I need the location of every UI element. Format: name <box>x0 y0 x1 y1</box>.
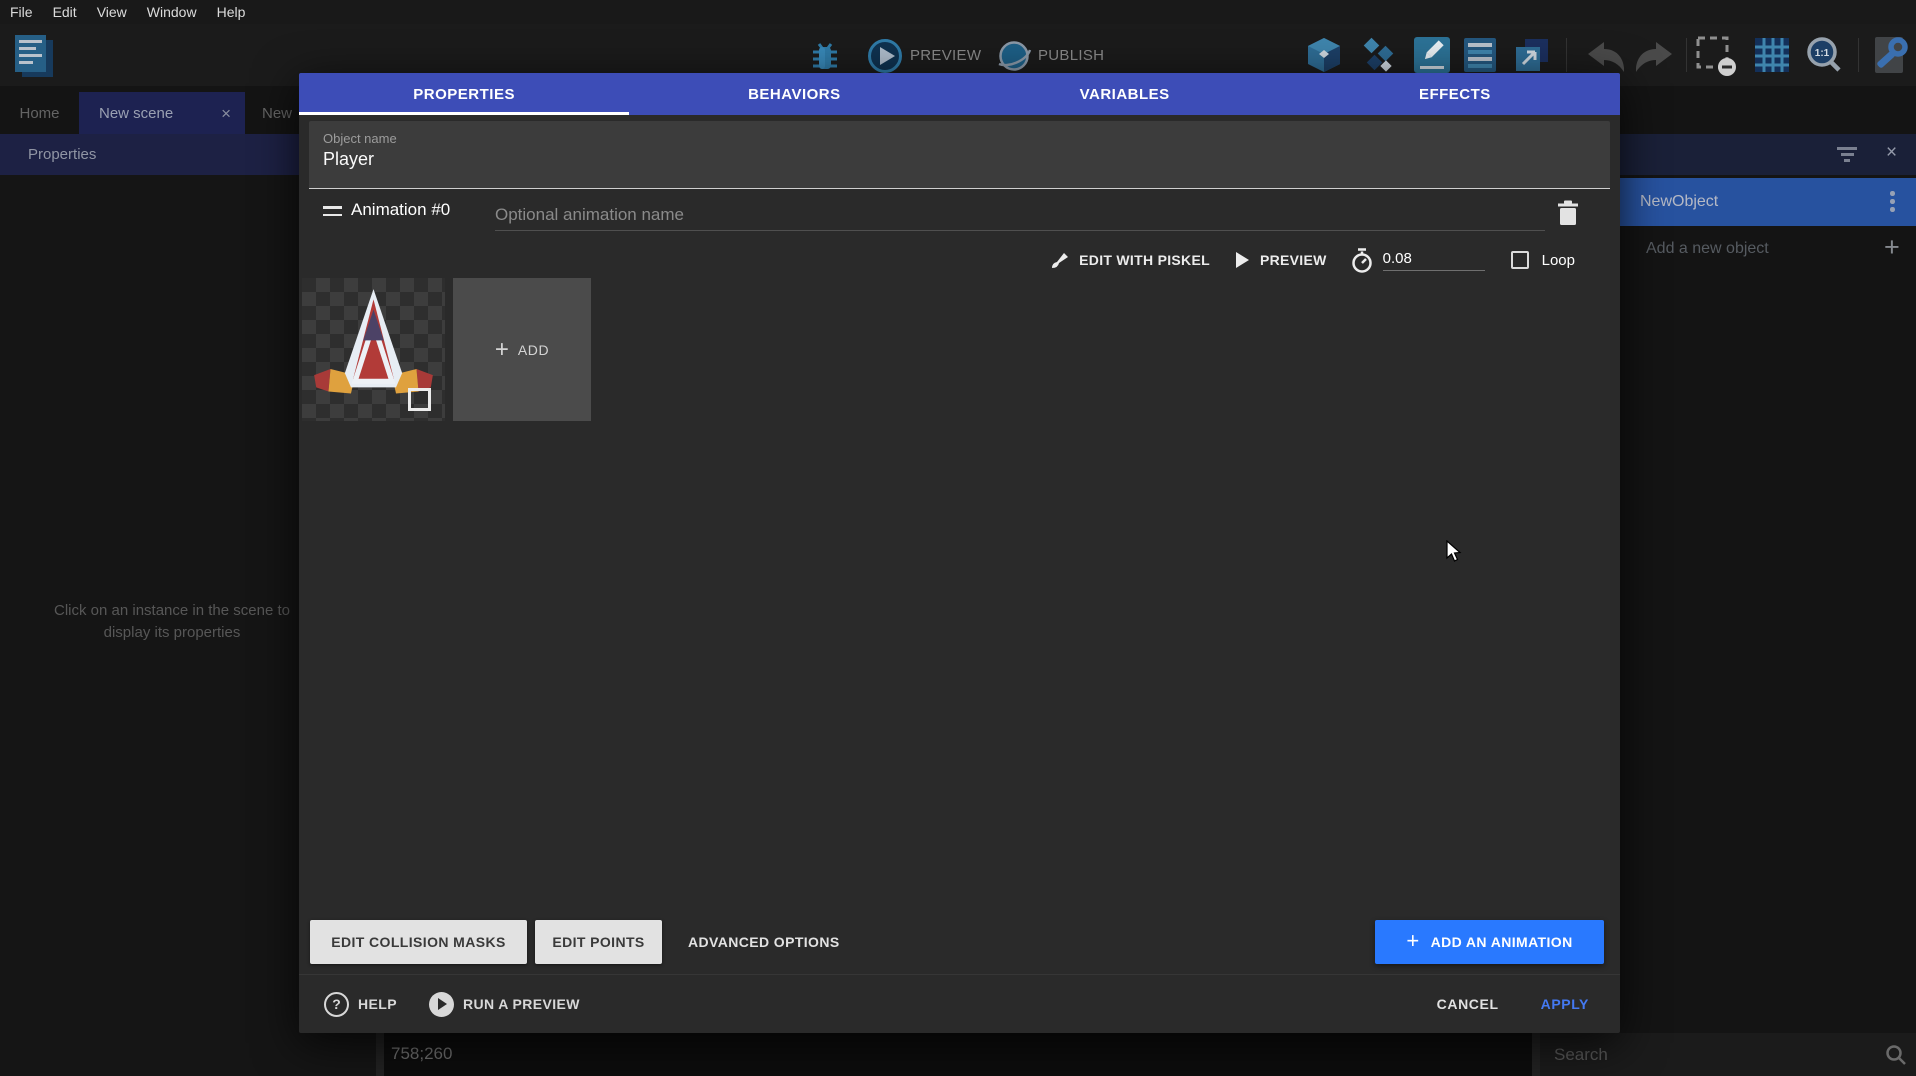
gdevelop-window: File Edit View Window Help PREVIEW <box>0 0 1916 1076</box>
edit-collision-masks-button[interactable]: EDIT COLLISION MASKS <box>310 920 527 964</box>
svg-text:1:1: 1:1 <box>1815 48 1830 59</box>
mouse-cursor <box>1446 540 1468 569</box>
filter-icon[interactable] <box>1836 147 1858 163</box>
publish-label[interactable]: PUBLISH <box>1038 47 1104 64</box>
search-input[interactable] <box>1554 1033 1854 1076</box>
objects-search-bar <box>1540 1033 1916 1076</box>
dialog-bottom-bar: ? HELP RUN A PREVIEW CANCEL APPLY <box>299 974 1620 1033</box>
add-frame-button[interactable]: + ADD <box>453 278 591 421</box>
animation-tool-row: EDIT WITH PISKEL PREVIEW Loop <box>1049 243 1575 277</box>
animation-frame-thumbnail[interactable] <box>302 278 445 421</box>
animation-name-input[interactable] <box>495 199 1545 231</box>
tab-properties[interactable]: PROPERTIES <box>299 73 629 115</box>
edit-points-button[interactable]: EDIT POINTS <box>535 920 662 964</box>
menu-help[interactable]: Help <box>207 0 256 24</box>
preview-animation-button[interactable]: PREVIEW <box>1260 252 1327 268</box>
drag-handle-icon[interactable] <box>323 206 342 221</box>
tab-home-label: Home <box>19 105 59 122</box>
close-panel-icon[interactable]: × <box>1886 142 1897 164</box>
tab-next-partial[interactable]: New <box>262 105 292 122</box>
delete-animation-button[interactable] <box>1551 195 1585 229</box>
dialog-tab-bar: PROPERTIES BEHAVIORS VARIABLES EFFECTS <box>299 73 1620 115</box>
add-frame-label: ADD <box>518 342 549 358</box>
tab-home[interactable]: Home <box>0 92 79 134</box>
object-name-input[interactable] <box>323 149 1023 170</box>
empty-message-line1: Click on an instance in the scene to <box>0 600 344 622</box>
add-an-animation-button[interactable]: + ADD AN ANIMATION <box>1375 920 1604 964</box>
plus-icon: + <box>495 338 509 362</box>
stopwatch-icon <box>1349 247 1375 274</box>
object-editor-dialog: PROPERTIES BEHAVIORS VARIABLES EFFECTS O… <box>299 73 1620 1033</box>
cursor-coordinates-status: 758;260 <box>391 1044 452 1064</box>
toolbar-separator <box>1686 38 1687 72</box>
plus-icon: + <box>1884 232 1900 263</box>
tab-new-scene-label: New scene <box>99 105 173 122</box>
play-icon <box>1236 252 1249 268</box>
add-an-animation-label: ADD AN ANIMATION <box>1431 934 1573 950</box>
run-preview-icon[interactable] <box>429 992 454 1017</box>
tab-new-scene[interactable]: New scene × <box>79 92 245 134</box>
animation-title: Animation #0 <box>351 200 450 220</box>
edit-with-piskel-button[interactable]: EDIT WITH PISKEL <box>1079 252 1210 268</box>
menu-window[interactable]: Window <box>137 0 207 24</box>
doc-front-page <box>15 35 46 72</box>
toolbar-separator <box>1858 38 1859 72</box>
tab-effects[interactable]: EFFECTS <box>1290 73 1620 115</box>
frame-select-checkbox[interactable] <box>408 388 431 411</box>
object-name-field-label: Object name <box>323 131 397 146</box>
tab-behaviors[interactable]: BEHAVIORS <box>629 73 959 115</box>
tab-close-icon[interactable]: × <box>221 105 231 122</box>
menu-edit[interactable]: Edit <box>43 0 87 24</box>
trash-icon <box>1556 199 1580 226</box>
toolbar-separator <box>1566 38 1567 72</box>
zoom-1-1-icon[interactable]: 1:1 <box>1802 34 1846 83</box>
time-between-frames-input[interactable] <box>1383 250 1485 271</box>
loop-label: Loop <box>1542 252 1575 269</box>
cancel-button[interactable]: CANCEL <box>1437 996 1499 1012</box>
object-name-field: Object name <box>309 121 1610 189</box>
help-icon[interactable]: ? <box>324 992 349 1017</box>
apply-button[interactable]: APPLY <box>1541 996 1589 1012</box>
delete-selection-icon[interactable] <box>1694 34 1738 83</box>
grid-icon[interactable] <box>1752 35 1792 80</box>
active-tab-indicator <box>299 112 629 115</box>
empty-message-line2: display its properties <box>0 622 344 644</box>
menu-bar: File Edit View Window Help <box>0 0 1916 24</box>
menu-view[interactable]: View <box>87 0 137 24</box>
advanced-options-button[interactable]: ADVANCED OPTIONS <box>672 920 856 964</box>
project-manager-icon[interactable] <box>12 33 58 79</box>
object-menu-icon[interactable] <box>1890 191 1895 212</box>
add-new-object-label: Add a new object <box>1646 226 1769 272</box>
run-a-preview-button[interactable]: RUN A PREVIEW <box>463 996 580 1012</box>
tab-variables[interactable]: VARIABLES <box>960 73 1290 115</box>
properties-panel-title: Properties <box>28 146 96 163</box>
properties-empty-message: Click on an instance in the scene to dis… <box>0 600 344 644</box>
redo-icon[interactable] <box>1634 37 1680 78</box>
help-glyph: ? <box>332 996 341 1012</box>
search-icon <box>1884 1043 1908 1072</box>
help-button[interactable]: HELP <box>358 996 397 1012</box>
menu-file[interactable]: File <box>0 0 43 24</box>
loop-checkbox[interactable] <box>1511 251 1529 269</box>
undo-icon[interactable] <box>1580 37 1626 78</box>
project-settings-icon[interactable] <box>1870 34 1912 83</box>
brush-icon <box>1049 250 1070 270</box>
plus-icon: + <box>1406 930 1419 952</box>
preview-label[interactable]: PREVIEW <box>910 47 981 64</box>
object-name-label: NewObject <box>1640 178 1718 226</box>
